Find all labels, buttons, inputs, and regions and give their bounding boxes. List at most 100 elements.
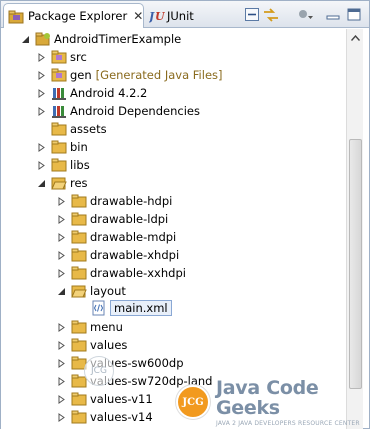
folder-icon <box>71 337 87 353</box>
folder-icon <box>71 391 87 407</box>
expanded-arrow-icon[interactable] <box>21 35 30 44</box>
library-icon <box>51 85 67 101</box>
close-icon[interactable]: ✕ <box>133 10 143 22</box>
junit-icon: J U <box>147 8 166 24</box>
expanded-arrow-icon[interactable] <box>37 179 46 188</box>
watermark-title: Java Code Geeks <box>216 376 319 419</box>
tree-item-gen[interactable]: gen [Generated Java Files] <box>37 66 223 84</box>
folder-icon <box>71 319 87 335</box>
tree-item-values-v14[interactable]: values-v14 <box>57 408 153 426</box>
java-code-geeks-logo-icon: JCG <box>176 385 210 419</box>
tree-item-label: drawable-xhdpi <box>90 248 180 262</box>
xml-file-icon <box>91 300 107 316</box>
tree-item-label: values-v14 <box>90 410 153 424</box>
folder-open-icon <box>71 283 87 299</box>
tree-item-label: assets <box>70 122 107 136</box>
folder-icon <box>51 157 67 173</box>
collapse-all-icon[interactable] <box>243 7 260 22</box>
folder-icon <box>51 121 67 137</box>
tree-item-label: AndroidTimerExample <box>54 32 182 46</box>
folder-icon <box>71 193 87 209</box>
tree-item-label: drawable-hdpi <box>90 194 173 208</box>
folder-open-icon <box>51 175 67 191</box>
view-menu-icon[interactable] <box>297 7 314 22</box>
collapsed-arrow-icon[interactable] <box>37 160 46 170</box>
tree-item-drawable-mdpi[interactable]: drawable-mdpi <box>57 228 176 246</box>
folder-icon <box>71 229 87 245</box>
collapsed-arrow-icon[interactable] <box>37 88 46 98</box>
maximize-icon[interactable] <box>345 7 362 22</box>
android-project-icon <box>35 31 51 47</box>
collapsed-arrow-icon[interactable] <box>57 376 66 386</box>
collapsed-arrow-icon[interactable] <box>57 412 66 422</box>
source-folder-icon <box>51 49 67 65</box>
collapsed-arrow-icon[interactable] <box>37 52 46 62</box>
tab-label: JUnit <box>167 8 194 23</box>
project-tree[interactable]: AndroidTimerExample src gen [Generated J… <box>1 29 346 429</box>
tree-item-label: bin <box>70 140 88 154</box>
tree-item-label: src <box>70 50 87 64</box>
tree-item-main-xml[interactable]: main.xml <box>91 299 172 317</box>
link-with-editor-icon[interactable] <box>262 7 279 22</box>
collapsed-arrow-icon[interactable] <box>37 142 46 152</box>
collapsed-arrow-icon[interactable] <box>57 340 66 350</box>
tree-item-android-sdk[interactable]: Android 4.2.2 <box>37 84 147 102</box>
tab-label: Package Explorer <box>28 9 128 23</box>
minimize-icon[interactable] <box>324 7 341 22</box>
collapsed-arrow-icon[interactable] <box>37 70 46 80</box>
collapsed-arrow-icon[interactable] <box>57 232 66 242</box>
tree-item-drawable-xhdpi[interactable]: drawable-xhdpi <box>57 246 179 264</box>
tree-item-layout[interactable]: layout <box>57 282 126 300</box>
tree-item-src[interactable]: src <box>37 48 87 66</box>
folder-icon <box>71 211 87 227</box>
collapsed-arrow-icon[interactable] <box>37 106 46 116</box>
tree-item-libs[interactable]: libs <box>37 156 90 174</box>
tree-item-drawable-hdpi[interactable]: drawable-hdpi <box>57 192 172 210</box>
collapsed-arrow-icon[interactable] <box>57 268 66 278</box>
tree-item-label: values <box>90 338 128 352</box>
vertical-scrollbar[interactable] <box>346 29 363 429</box>
generated-source-folder-icon <box>51 67 67 83</box>
jcg-watermark-logo: JCG <box>84 356 114 386</box>
tree-item-bin[interactable]: bin <box>37 138 88 156</box>
tree-item-android-dependencies[interactable]: Android Dependencies <box>37 102 200 120</box>
tree-item-drawable-xxhdpi[interactable]: drawable-xxhdpi <box>57 264 186 282</box>
tree-item-label: layout <box>90 284 126 298</box>
watermark-subtitle: JAVA 2 JAVA DEVELOPERS RESOURCE CENTER <box>216 419 360 427</box>
view-tab-bar: Package Explorer ✕ J U JUnit <box>1 1 369 28</box>
tree-item-assets[interactable]: assets <box>37 120 107 138</box>
tab-package-explorer[interactable]: Package Explorer ✕ <box>3 3 144 28</box>
tree-item-drawable-ldpi[interactable]: drawable-ldpi <box>57 210 168 228</box>
tree-item-label: main.xml <box>110 300 172 316</box>
logo-text: JCG <box>182 396 204 408</box>
tree-item-label: libs <box>70 158 90 172</box>
tree-item-label: drawable-ldpi <box>90 212 169 226</box>
collapsed-arrow-icon[interactable] <box>57 250 66 260</box>
java-code-geeks-watermark: JCG Java Code Geeks JAVA 2 JAVA DEVELOPE… <box>176 376 366 428</box>
library-icon <box>51 103 67 119</box>
tree-item-label: gen <box>70 68 92 82</box>
tree-item-label: res <box>70 176 88 190</box>
collapsed-arrow-icon[interactable] <box>57 196 66 206</box>
tab-junit[interactable]: J U JUnit <box>147 3 217 28</box>
folder-icon <box>71 265 87 281</box>
collapsed-arrow-icon[interactable] <box>57 214 66 224</box>
tree-item-label: Android Dependencies <box>70 104 200 118</box>
tree-item-menu[interactable]: menu <box>57 318 123 336</box>
folder-icon <box>71 409 87 425</box>
collapsed-arrow-icon[interactable] <box>57 394 66 404</box>
tree-item-values[interactable]: values <box>57 336 127 354</box>
folder-icon <box>51 139 67 155</box>
tree-item-values-v11[interactable]: values-v11 <box>57 390 153 408</box>
scroll-up-icon[interactable] <box>348 30 363 45</box>
tree-item-res[interactable]: res <box>37 174 88 192</box>
folder-icon <box>71 247 87 263</box>
expanded-arrow-icon[interactable] <box>57 287 66 296</box>
svg-text:U: U <box>155 10 165 23</box>
tree-item-values-sw600dp[interactable]: values-sw600dp <box>57 354 184 372</box>
collapsed-arrow-icon[interactable] <box>57 322 66 332</box>
tree-item-project[interactable]: AndroidTimerExample <box>21 30 181 48</box>
collapsed-arrow-icon[interactable] <box>57 358 66 368</box>
package-explorer-view: Package Explorer ✕ J U JUnit AndroidTime… <box>0 0 370 429</box>
scrollbar-thumb[interactable] <box>349 139 362 389</box>
